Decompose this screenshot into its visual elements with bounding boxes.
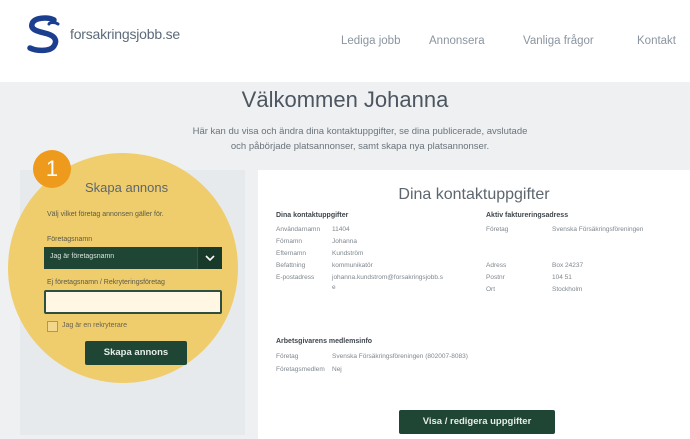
page-title: Välkommen Johanna (241, 87, 449, 112)
contact-value-title: kommunikatör (332, 262, 373, 269)
create-ad-title: Skapa annons (85, 180, 169, 195)
billing-value-city: Stockholm (552, 286, 583, 293)
member-label-membership: Företagsmedlem (276, 366, 325, 373)
contact-label-firstname: Förnamn (276, 238, 303, 245)
contact-value-email: johanna.kundstrom@forsakringsjobb.se (332, 274, 444, 291)
contact-panel (258, 170, 690, 439)
company-select-toggle[interactable] (197, 247, 222, 269)
nav-kontakt[interactable]: Kontakt (637, 35, 676, 47)
billing-value-address: Box 24237 (552, 262, 584, 269)
contact-panel-title: Dina kontaktuppgifter (398, 186, 550, 203)
logo-text: forsakringsjobb.se (70, 26, 181, 42)
contact-label-email: E-postadress (276, 274, 315, 281)
billing-label-postnr: Postnr (486, 274, 505, 281)
welcome-intro-line-2: och påbörjade platsannonser, samt skapa … (230, 141, 490, 152)
recruiter-checkbox[interactable] (47, 321, 58, 332)
orgnr-input[interactable] (44, 290, 222, 314)
contact-label-title: Befattning (276, 262, 306, 269)
nav-lediga-jobb[interactable]: Lediga jobb (341, 35, 400, 47)
billing-label-address: Adress (486, 262, 507, 269)
billing-value-postnr: 104 51 (552, 274, 572, 281)
recruiter-checkbox-label: Jag är en rekryterare (62, 322, 127, 329)
welcome-intro-line-1: Här kan du visa och ändra dina kontaktup… (192, 126, 528, 137)
company-label: Företagsnamn (47, 236, 93, 243)
member-label-company: Företag (276, 353, 299, 360)
billing-section-heading: Aktiv faktureringsadress (486, 212, 569, 219)
orgnr-label: Ej företagsnamn / Rekryteringsföretag (47, 279, 165, 286)
company-select[interactable]: Jag är företagsnamn (44, 247, 222, 269)
member-value-company: Svenska Försäkringsföreningen (802007-80… (332, 353, 468, 360)
contact-value-lastname: Kundström (332, 250, 364, 257)
nav-annonsera[interactable]: Annonsera (429, 35, 485, 47)
contact-section-heading: Dina kontaktuppgifter (276, 212, 349, 219)
create-ad-hint: Välj vilket företag annonsen gäller för. (47, 211, 164, 218)
create-ad-button[interactable]: Skapa annons (85, 341, 187, 365)
logo[interactable]: forsakringsjobb.se (22, 14, 180, 54)
company-select-value: Jag är företagsnamn (50, 253, 115, 260)
site-header: forsakringsjobb.se Lediga jobb Annonsera… (0, 0, 690, 82)
step-badge: 1 (33, 150, 71, 188)
chevron-down-icon (205, 255, 215, 262)
edit-contact-button[interactable]: Visa / redigera uppgifter (399, 410, 555, 434)
member-section-heading: Arbetsgivarens medlemsinfo (276, 338, 373, 345)
logo-mark-icon (27, 15, 60, 54)
contact-label-lastname: Efternamn (276, 250, 306, 257)
welcome-intro: Här kan du visa och ändra dina kontaktup… (150, 124, 570, 154)
billing-label-company: Företag (486, 226, 509, 233)
contact-value-username: 11404 (332, 226, 350, 233)
contact-value-firstname: Johanna (332, 238, 357, 245)
nav-vanliga-fragor[interactable]: Vanliga frågor (523, 35, 594, 47)
member-value-membership: Nej (332, 366, 342, 373)
billing-label-city: Ort (486, 286, 496, 293)
billing-value-company: Svenska Försäkringsföreningen (552, 226, 644, 233)
contact-label-username: Användarnamn (276, 226, 321, 233)
